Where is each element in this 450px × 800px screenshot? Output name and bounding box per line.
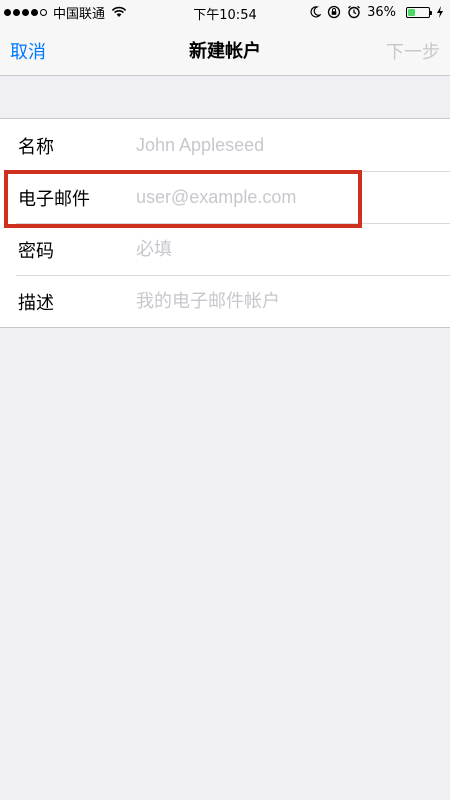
status-bar: 中国联通 下午10:54 36% xyxy=(0,0,450,24)
email-row[interactable]: 电子邮件 xyxy=(0,171,450,223)
password-input[interactable] xyxy=(136,231,436,267)
email-label: 电子邮件 xyxy=(18,189,90,210)
charging-bolt-icon xyxy=(436,6,444,18)
navigation-bar: 取消 新建帐户 下一步 xyxy=(0,24,450,76)
email-input[interactable] xyxy=(136,179,436,215)
description-input[interactable] xyxy=(136,283,436,319)
description-label: 描述 xyxy=(18,293,54,314)
name-label: 名称 xyxy=(18,137,54,158)
status-right: 36% xyxy=(303,3,444,21)
moon-icon xyxy=(309,6,322,18)
account-form: 名称 电子邮件 密码 描述 xyxy=(0,118,450,328)
password-row[interactable]: 密码 xyxy=(0,223,450,275)
battery-outline xyxy=(406,6,432,18)
page-title: 新建帐户 xyxy=(189,41,261,62)
alarm-icon xyxy=(347,5,361,19)
next-button[interactable]: 下一步 xyxy=(386,38,440,64)
description-row[interactable]: 描述 xyxy=(0,275,450,327)
battery-level-fill xyxy=(408,8,416,16)
battery-tip xyxy=(430,10,432,15)
password-label: 密码 xyxy=(18,241,54,262)
name-row[interactable]: 名称 xyxy=(0,119,450,171)
battery-percent: 36% xyxy=(367,4,396,20)
name-input[interactable] xyxy=(136,127,436,163)
battery-icon xyxy=(402,6,432,18)
rotation-lock-icon xyxy=(327,5,341,19)
